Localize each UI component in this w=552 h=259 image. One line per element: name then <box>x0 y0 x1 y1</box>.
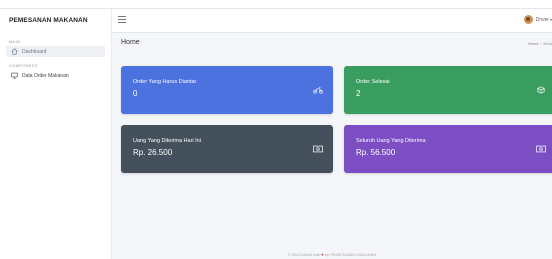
sidebar-section-component: COMPONENT <box>9 63 38 68</box>
money-icon <box>536 145 546 153</box>
hamburger-menu-icon[interactable] <box>118 16 126 24</box>
sidebar: PEMESANAN MAKANAN MAIN Dashboard COMPONE… <box>0 9 112 259</box>
stat-card-value: 2 <box>356 89 361 98</box>
footer-text: © 2023 Made with <box>287 252 321 257</box>
stat-card-value: 0 <box>133 89 138 98</box>
stat-card-orders-completed[interactable]: Order Selesai 2 <box>344 66 552 114</box>
stat-card-label: Uang Yang Diterima Hari Ini <box>133 138 201 144</box>
motorcycle-icon <box>313 87 323 94</box>
stat-card-label: Order Yang Harus Diantar <box>133 79 197 85</box>
user-name: Driver <box>535 16 549 23</box>
stat-card-money-today[interactable]: Uang Yang Diterima Hari Ini Rp. 26.500 <box>121 125 333 173</box>
breadcrumb-current: Hom <box>543 41 552 46</box>
sidebar-section-main: MAIN <box>9 39 21 44</box>
breadcrumb: Home / Hom <box>528 41 552 46</box>
home-icon <box>10 48 18 56</box>
monitor-icon <box>10 72 18 80</box>
breadcrumb-home[interactable]: Home <box>528 41 539 46</box>
box-icon <box>537 86 545 94</box>
main-content: Driver ▾ Home Home / Hom Order Yang Harus … <box>112 9 552 259</box>
stat-card-orders-to-deliver[interactable]: Order Yang Harus Diantar 0 <box>121 66 333 114</box>
page-title: Home <box>121 39 140 46</box>
sidebar-item-label: Dashboard <box>22 48 47 55</box>
breadcrumb-separator: / <box>540 41 542 46</box>
stat-card-label: Seluruh Uang Yang Diterima <box>356 138 426 144</box>
footer: © 2023 Made with ♥ by PEMESANAN MAKANAN <box>112 252 552 257</box>
avatar <box>523 15 533 24</box>
money-icon <box>313 145 323 153</box>
heart-icon: ♥ <box>321 252 324 257</box>
footer-brand: by PEMESANAN MAKANAN <box>324 252 377 257</box>
stat-card-label: Order Selesai <box>356 79 390 85</box>
page-header: Home Home / Hom <box>112 33 552 53</box>
sidebar-item-label: Data Order Makanan <box>22 72 69 79</box>
brand-title[interactable]: PEMESANAN MAKANAN <box>0 9 111 33</box>
stat-card-money-total[interactable]: Seluruh Uang Yang Diterima Rp. 56.500 <box>344 125 552 173</box>
sidebar-item-dashboard[interactable]: Dashboard <box>6 46 105 57</box>
app-frame: PEMESANAN MAKANAN MAIN Dashboard COMPONE… <box>0 8 552 259</box>
user-menu[interactable]: Driver ▾ <box>523 15 552 24</box>
sidebar-item-data-order[interactable]: Data Order Makanan <box>6 70 105 81</box>
top-navbar: Driver ▾ <box>112 9 552 33</box>
stat-card-value: Rp. 26.500 <box>133 148 173 157</box>
stat-card-value: Rp. 56.500 <box>356 148 396 157</box>
